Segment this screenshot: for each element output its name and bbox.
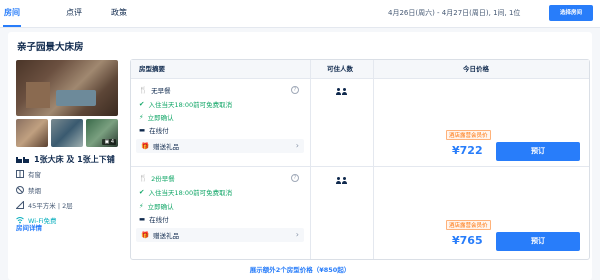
bed-icon [16, 156, 29, 163]
tab-policies[interactable]: 政策 [111, 7, 127, 18]
gift-bar[interactable]: 🎁 赠送礼品 › [136, 139, 304, 153]
gift-icon: 🎁 [141, 142, 150, 150]
bed-info: 1张大床 及 1张上下铺 [16, 154, 115, 165]
gift-bar[interactable]: 🎁 赠送礼品 › [136, 228, 304, 242]
header-summary: 房型摘要 [139, 65, 165, 73]
book-button[interactable]: 预订 [496, 142, 580, 161]
room-thumbnail[interactable] [16, 119, 48, 147]
price: ¥765 [452, 234, 483, 247]
lightning-icon: ⚡ [139, 202, 144, 210]
choose-room-button[interactable]: 选择房间 [549, 5, 593, 21]
feature-nonsmoking: 禁烟 [16, 185, 41, 195]
feature-window: 有窗 [16, 169, 41, 179]
info-icon[interactable]: ? [291, 174, 299, 182]
header-price: 今日价格 [463, 65, 489, 73]
no-smoking-icon [16, 186, 24, 194]
chevron-right-icon: › [295, 141, 299, 150]
cutlery-icon: 🍴 [139, 174, 148, 182]
top-nav: 房间 点评 政策 4月26日(周六) - 4月27日(周日), 1间, 1位 选… [0, 0, 600, 28]
check-circle-icon: ✔ [139, 100, 145, 108]
window-icon [16, 170, 24, 178]
book-button[interactable]: 预订 [496, 232, 580, 251]
check-circle-icon: ✔ [139, 188, 145, 196]
promo-badge: 酒店露营会员价 [446, 220, 491, 230]
area-icon [16, 201, 24, 209]
gift-icon: 🎁 [141, 231, 150, 239]
stay-dates[interactable]: 4月26日(周六) - 4月27日(周日), 1间, 1位 [388, 8, 520, 18]
room-thumbnail[interactable]: ▣ 4 [86, 119, 118, 147]
price: ¥722 [452, 144, 483, 157]
feature-area: 45平方米 | 2层 [16, 200, 73, 210]
room-main-photo[interactable] [16, 60, 118, 116]
header-occupancy: 可住人数 [327, 65, 353, 73]
occupancy-icon [336, 177, 347, 184]
lightning-icon: ⚡ [139, 113, 144, 121]
occupancy-icon [336, 88, 347, 95]
info-icon[interactable]: ? [291, 86, 299, 94]
tab-rooms[interactable]: 房间 [4, 7, 20, 18]
room-title: 亲子园景大床房 [17, 42, 84, 53]
meal-info: 🍴 无早餐 [139, 86, 171, 95]
photo-count-badge: ▣ 4 [102, 139, 116, 145]
show-more-rates-link[interactable]: 展示额外2个房型价格（¥850起） [8, 264, 592, 274]
room-details-link[interactable]: 房间详情 [16, 222, 42, 232]
instant-confirm: ⚡ 立即确认 [139, 113, 174, 122]
chevron-right-icon: › [295, 230, 299, 239]
cutlery-icon: 🍴 [139, 86, 148, 94]
promo-badge: 酒店露营会员价 [446, 130, 491, 140]
payment-method: ▬ 在线付 [139, 126, 169, 135]
cancel-policy[interactable]: ✔ 入住当天18:00前可免费取消 [139, 99, 232, 109]
rate-table: 房型摘要 可住人数 今日价格 🍴 无早餐 ? ✔ 入住当天18:00前可免费取消 ⚡… [130, 59, 590, 260]
room-card: 亲子园景大床房 ▣ 4 1张大床 及 1张上下铺 有窗 禁烟 45平方米 | 2… [8, 32, 592, 280]
cancel-policy[interactable]: ✔ 入住当天18:00前可免费取消 [139, 187, 232, 197]
tab-reviews[interactable]: 点评 [66, 7, 82, 18]
active-tab-indicator [3, 25, 21, 27]
instant-confirm: ⚡ 立即确认 [139, 202, 174, 211]
card-icon: ▬ [139, 126, 146, 134]
meal-info: 🍴 2份早餐 [139, 174, 175, 183]
room-thumbnail[interactable] [51, 119, 83, 147]
card-icon: ▬ [139, 215, 146, 223]
payment-method: ▬ 在线付 [139, 215, 169, 224]
